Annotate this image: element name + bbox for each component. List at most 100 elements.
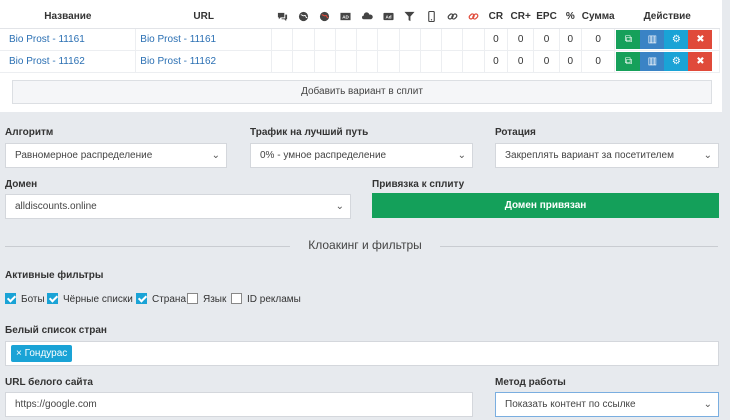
row-url-link[interactable]: Bio Prost - 11161 bbox=[135, 28, 273, 51]
action-cell: ⧉ ▥ ⚙ ✖ bbox=[614, 28, 720, 51]
open-link-button[interactable]: ⧉ bbox=[616, 29, 641, 49]
cogs-icon: ⚙ bbox=[671, 55, 681, 67]
bar-chart-icon: ▥ bbox=[647, 55, 658, 67]
stats-button[interactable]: ▥ bbox=[640, 51, 665, 71]
cell bbox=[335, 50, 358, 73]
white-site-label: URL белого сайта bbox=[5, 377, 93, 388]
domain-bound-button[interactable]: Домен привязан bbox=[372, 193, 719, 218]
filter-blacklists-checkbox[interactable]: Чёрные списки bbox=[47, 293, 133, 305]
table-row: Bio Prost - 11161 Bio Prost - 11161 0 0 … bbox=[0, 28, 720, 51]
rotation-label: Ротация bbox=[495, 127, 536, 138]
cell bbox=[292, 50, 315, 73]
epc-value: 0 bbox=[533, 50, 560, 73]
cell bbox=[377, 50, 400, 73]
trash-icon: ✖ bbox=[696, 33, 705, 45]
cell bbox=[271, 50, 294, 73]
domain-label: Домен bbox=[5, 179, 38, 190]
country-tag[interactable]: × Гондурас bbox=[11, 345, 73, 362]
rotation-select[interactable]: Закреплять вариант за посетителем ⌄ bbox=[495, 143, 719, 168]
domain-value: alldiscounts.online bbox=[15, 201, 97, 212]
col-globe-red[interactable] bbox=[314, 6, 336, 29]
epc-value: 0 bbox=[533, 28, 560, 51]
filter-label: Чёрные списки bbox=[63, 294, 133, 305]
row-name-link[interactable]: Bio Prost - 11162 bbox=[0, 50, 137, 73]
table-header-row: Название URL AD Ad CR CR+ EPC % Сумма Де… bbox=[0, 6, 720, 29]
checkbox-checked-icon bbox=[47, 293, 58, 304]
traffic-select[interactable]: 0% - умное распределение ⌄ bbox=[250, 143, 473, 168]
col-action-header: Действие bbox=[614, 6, 720, 29]
white-site-url-input[interactable]: https://google.com bbox=[5, 392, 473, 417]
algorithm-value: Равномерное распределение bbox=[15, 150, 153, 161]
col-url-header[interactable]: URL bbox=[135, 6, 272, 29]
filter-ad-id-checkbox[interactable]: ID рекламы bbox=[231, 293, 301, 305]
filter-label: Язык bbox=[203, 294, 227, 305]
country-whitelist-input[interactable]: × Гондурас bbox=[5, 341, 719, 366]
filter-label: Страна bbox=[152, 294, 187, 305]
chevron-down-icon: ⌄ bbox=[211, 150, 220, 161]
col-mobile[interactable] bbox=[420, 6, 442, 29]
col-epc-header[interactable]: EPC bbox=[533, 6, 560, 29]
sum-value: 0 bbox=[581, 28, 616, 51]
filter-label: Боты bbox=[21, 294, 45, 305]
divider-left bbox=[5, 246, 290, 247]
cell bbox=[462, 28, 485, 51]
col-cloud[interactable] bbox=[356, 6, 378, 29]
cell bbox=[335, 28, 358, 51]
col-globe[interactable] bbox=[292, 6, 315, 29]
chevron-down-icon: ⌄ bbox=[703, 399, 712, 410]
percent-value: 0 bbox=[559, 50, 582, 73]
row-url-link[interactable]: Bio Prost - 11162 bbox=[135, 50, 273, 73]
col-ad[interactable]: AD bbox=[335, 6, 357, 29]
active-filters-label: Активные фильтры bbox=[5, 270, 104, 281]
cogs-icon: ⚙ bbox=[671, 33, 681, 45]
col-link-red[interactable] bbox=[462, 6, 485, 29]
cell bbox=[462, 50, 485, 73]
row-name-link[interactable]: Bio Prost - 11161 bbox=[0, 28, 137, 51]
cell bbox=[441, 50, 464, 73]
chevron-down-icon: ⌄ bbox=[703, 150, 712, 161]
col-sum-header[interactable]: Сумма bbox=[581, 6, 615, 29]
filter-country-checkbox[interactable]: Страна bbox=[136, 293, 186, 305]
domain-select[interactable]: alldiscounts.online ⌄ bbox=[5, 194, 351, 219]
settings-button[interactable]: ⚙ bbox=[664, 29, 689, 49]
svg-text:AD: AD bbox=[343, 15, 350, 20]
crplus-value: 0 bbox=[507, 50, 535, 73]
add-variant-button[interactable]: Добавить вариант в сплит bbox=[12, 80, 712, 104]
checkbox-unchecked-icon bbox=[187, 293, 198, 304]
col-ad-alt[interactable]: Ad bbox=[377, 6, 400, 29]
bind-label: Привязка к сплиту bbox=[372, 179, 465, 190]
cell bbox=[314, 28, 336, 51]
globe-icon bbox=[298, 12, 309, 22]
ad-icon: AD bbox=[340, 13, 352, 21]
chevron-down-icon: ⌄ bbox=[335, 201, 344, 212]
chevron-down-icon: ⌄ bbox=[457, 150, 466, 161]
chat-icon bbox=[277, 13, 287, 22]
divider-right bbox=[440, 246, 718, 247]
col-link[interactable] bbox=[441, 6, 463, 29]
settings-button[interactable]: ⚙ bbox=[664, 51, 689, 71]
open-link-button[interactable]: ⧉ bbox=[616, 51, 641, 71]
delete-button[interactable]: ✖ bbox=[688, 29, 713, 49]
filter-label: ID рекламы bbox=[247, 294, 301, 305]
whitelist-label: Белый список стран bbox=[5, 325, 107, 336]
col-filter[interactable] bbox=[399, 6, 421, 29]
external-link-icon: ⧉ bbox=[624, 55, 632, 67]
cr-value: 0 bbox=[484, 28, 509, 51]
filter-bots-checkbox[interactable]: Боты bbox=[5, 293, 45, 305]
col-name-header[interactable]: Название bbox=[0, 6, 136, 29]
cell bbox=[356, 50, 379, 73]
globe-red-icon bbox=[320, 12, 330, 22]
delete-button[interactable]: ✖ bbox=[688, 51, 713, 71]
filter-language-checkbox[interactable]: Язык bbox=[187, 293, 226, 305]
algorithm-select[interactable]: Равномерное распределение ⌄ bbox=[5, 143, 227, 168]
mobile-icon bbox=[427, 11, 435, 23]
external-link-icon: ⧉ bbox=[624, 33, 632, 45]
ad-alt-icon: Ad bbox=[383, 13, 394, 21]
stats-button[interactable]: ▥ bbox=[640, 29, 665, 49]
method-select[interactable]: Показать контент по ссылке ⌄ bbox=[495, 392, 719, 417]
checkbox-unchecked-icon bbox=[231, 293, 242, 304]
col-cr-header[interactable]: CR bbox=[484, 6, 508, 29]
col-chat[interactable] bbox=[271, 6, 293, 29]
col-percent-header[interactable]: % bbox=[559, 6, 582, 29]
col-crplus-header[interactable]: CR+ bbox=[507, 6, 534, 29]
